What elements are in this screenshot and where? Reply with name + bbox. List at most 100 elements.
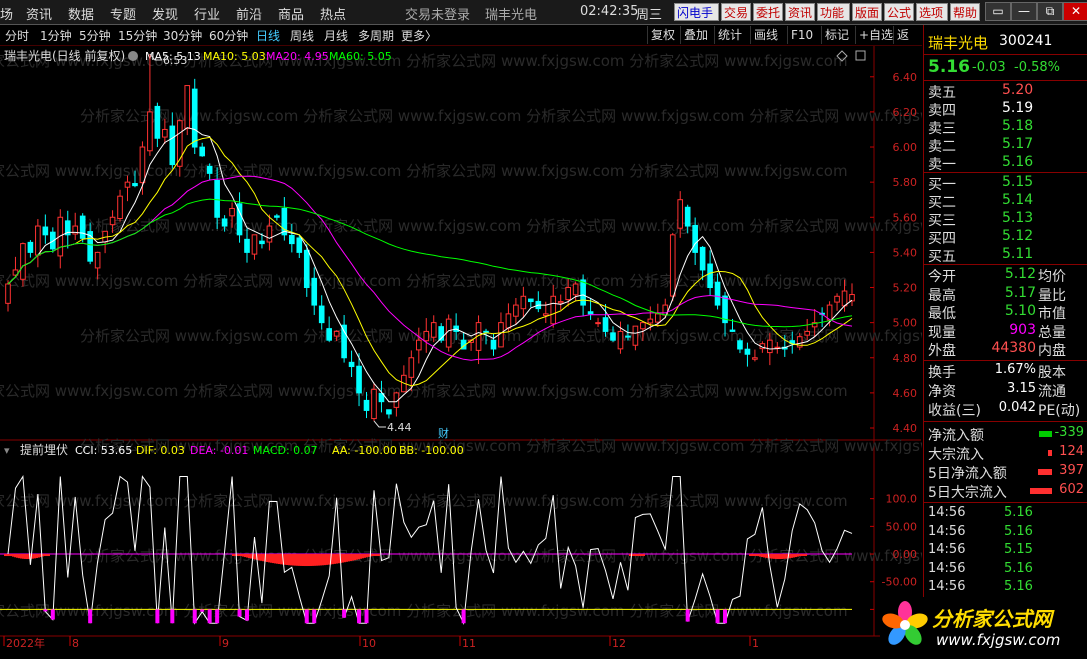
period-tab-5[interactable]: 60分钟 [209,27,248,44]
toolbar-button-4[interactable]: 功能 [817,3,850,21]
price-tick-label: 6.00 [893,141,918,154]
stat-value-4: 44380 [991,340,1036,356]
period-tab-3[interactable]: 15分钟 [118,27,157,44]
stat-value-0: 5.12 [1004,266,1036,282]
toolbar-button-3[interactable]: 资讯 [785,3,815,21]
toolbar-button-2[interactable]: 委托 [753,3,783,21]
chart-tool-7[interactable]: 返回 [893,26,922,60]
price-tick-label: 4.40 [893,422,918,435]
price-tick-label: 5.20 [893,282,918,295]
period-tab-4[interactable]: 30分钟 [163,27,202,44]
kline-chart-svg[interactable]: 分析家公式网 www.fxjgsw.com 分析家公式网 www.fxjgsw.… [0,46,968,656]
toolbar-button-1[interactable]: 交易 [721,3,751,21]
minimize-icon[interactable]: — [1011,2,1037,21]
menu-item-6[interactable]: 前沿 [236,4,262,23]
signal-bar [43,609,48,612]
period-tab-9[interactable]: 多周期 [358,27,394,44]
finance-event-marker[interactable]: 财 [438,426,449,440]
menu-item-1[interactable]: 资讯 [26,4,52,23]
low-marker: 4.44 [387,421,412,434]
quote-change-pct: -0.58% [1014,60,1060,75]
candle-body [162,128,168,138]
chart-tool-1[interactable]: 叠加 [680,26,711,44]
flow-value-3: 602 [1059,482,1084,497]
candle-body [386,409,392,415]
toolbar-button-7[interactable]: 选项 [916,3,948,21]
period-tab-2[interactable]: 5分钟 [79,27,111,44]
restore-icon[interactable]: ⧉ [1037,2,1063,21]
period-tab-1[interactable]: 1分钟 [40,27,72,44]
time-label: 12 [612,637,626,650]
bid-label-3: 买四 [928,231,956,247]
candle-body [602,317,609,332]
menu-item-7[interactable]: 商品 [278,4,304,23]
period-tab-8[interactable]: 月线 [324,27,348,44]
chart-tool-4[interactable]: F10 [787,26,816,44]
toolbar-button-0[interactable]: 闪电手 [674,3,719,21]
flow-bar-0 [1039,431,1052,437]
login-status[interactable]: 交易未登录 [405,4,470,23]
indicator-menu-icon[interactable]: ▾ [4,444,10,457]
ask-price-3: 5.17 [1002,136,1034,152]
chart-tool-2[interactable]: 统计 [714,26,745,44]
period-tab-7[interactable]: 周线 [290,27,314,44]
layout-icon[interactable]: ▭ [985,2,1011,21]
candle-body [289,234,295,245]
flow-label-3: 5日大宗流入 [928,485,1007,501]
bid-label-2: 买三 [928,213,956,229]
period-tab-10[interactable]: 更多〉 [401,27,437,44]
signal-bar [715,609,720,624]
tick-price-4: 5.16 [1004,579,1033,594]
indicator-label-3: MACD: 0.07 [253,444,318,457]
menu-item-2[interactable]: 数据 [68,4,94,23]
chart-menu-icon[interactable] [128,51,138,61]
period-tab-0[interactable]: 分时 [5,27,29,44]
stat2-label2-1: 流通 [1038,384,1066,400]
chart-tool-6[interactable]: +自选 [855,26,896,44]
bid-label-1: 买二 [928,195,956,211]
stat-label2-3: 总量 [1038,324,1066,341]
close-icon[interactable]: ✕ [1063,2,1087,21]
indicator-tick-label: 50.00 [886,520,918,533]
weekday: 周三 [636,8,663,23]
price-tick-label: 5.60 [893,211,918,224]
period-toolbar: 分时 1分钟 5分钟 15分钟 30分钟 60分钟 日线 周线 月线 多周期 更多〉 复权 叠加 统计 画线… [0,25,922,60]
indicator-tick-label: 100.0 [886,493,918,506]
menu-item-8[interactable]: 热点 [320,4,346,23]
stat-label2-4: 内盘 [1038,343,1066,359]
menu-item-3[interactable]: 专题 [110,4,136,23]
menu-item-5[interactable]: 行业 [194,4,220,23]
stat-label-3: 现量 [928,324,956,341]
chart-area[interactable]: 分析家公式网 www.fxjgsw.com 分析家公式网 www.fxjgsw.… [0,46,968,656]
chart-tool-3[interactable]: 画线 [750,26,781,44]
stat2-value-0: 1.67% [994,362,1036,377]
signal-bar [312,609,317,624]
candle-body [572,283,579,296]
candle-body [692,224,698,253]
signal-bar [304,609,309,624]
price-tick-label: 6.40 [893,71,918,84]
candle-body [490,339,497,350]
watermark-text: 分析家公式网 www.fxjgsw.com 分析家公式网 www.fxjgsw.… [0,492,848,510]
chart-tool-5[interactable]: 标记 [821,26,852,44]
candle-body [684,206,691,227]
quote-price: 5.16 [928,57,970,77]
candle-body [841,290,848,307]
period-tab-6[interactable]: 日线 [256,27,280,44]
candle-body [333,330,340,337]
candle-body [266,225,273,243]
menu-item-0[interactable]: 场 [0,4,13,23]
stat2-label-1: 净资 [928,384,956,400]
candle-body [640,322,646,330]
candle-body [356,365,362,394]
toolbar-button-5[interactable]: 版面 [852,3,882,21]
flow-bar-2 [1038,469,1052,475]
toolbar-button-8[interactable]: 帮助 [950,3,980,21]
menu-item-4[interactable]: 发现 [152,4,178,23]
candle-body [714,281,721,306]
candle-body [752,357,758,360]
chart-tool-0[interactable]: 复权 [647,26,678,44]
stat-label-4: 外盘 [928,343,956,359]
toolbar-button-6[interactable]: 公式 [884,3,914,21]
signal-bar [461,609,466,624]
